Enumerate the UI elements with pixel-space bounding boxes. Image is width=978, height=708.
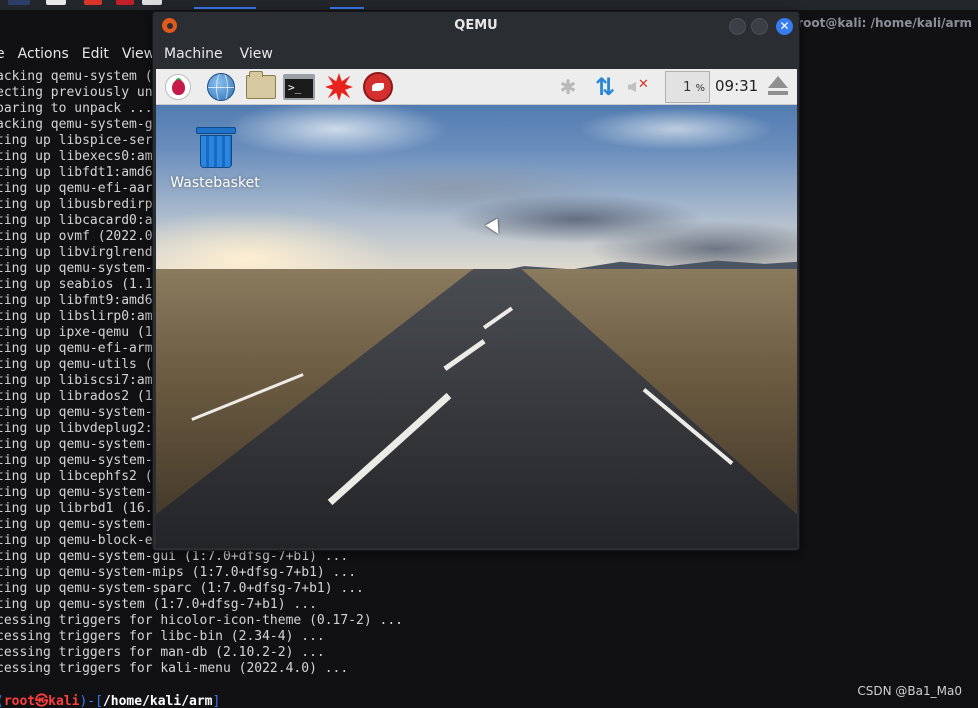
desktop-icon-wastebasket[interactable]: Wastebasket [166, 119, 264, 199]
panel-app-icon[interactable] [116, 0, 134, 5]
maximize-button[interactable] [751, 18, 768, 35]
network-icon[interactable]: ⇅ [591, 73, 619, 101]
qemu-window: QEMU ✕ Machine View >_ ✱ ⇅ 1 % 09:31 [152, 11, 800, 551]
terminal-line: cessing triggers for libc-bin (2.34-4) .… [0, 629, 325, 644]
terminal-menu-view[interactable]: View [122, 46, 155, 62]
qemu-menu-machine[interactable]: Machine [164, 46, 223, 62]
wolfram-button[interactable] [362, 72, 394, 102]
web-browser-button[interactable] [205, 72, 237, 102]
clock[interactable]: 09:31 [715, 77, 758, 95]
terminal-title: root@kali: /home/kali/arm [797, 16, 972, 30]
cpu-usage-unit: % [695, 83, 705, 94]
terminal-line: ting up qemu-system (1:7.0+dfsg-7+b1) ..… [0, 597, 317, 612]
web-browser-icon [207, 73, 235, 101]
panel-app-icon[interactable] [84, 0, 102, 5]
terminal-line: cessing triggers for kali-menu (2022.4.0… [0, 661, 349, 676]
guest-taskbar: >_ ✱ ⇅ 1 % 09:31 [156, 69, 797, 105]
wastebasket-lid [196, 127, 236, 134]
file-manager-icon [246, 71, 276, 99]
eject-icon[interactable] [766, 76, 788, 98]
prompt-user: root㉿kali [3, 694, 80, 708]
qemu-title: QEMU [454, 18, 498, 33]
panel-task-indicator[interactable] [330, 7, 364, 9]
mathematica-button[interactable] [323, 72, 355, 102]
close-icon: ✕ [779, 19, 790, 33]
terminal-line: ting up qemu-system-sparc (1:7.0+dfsg-7+… [0, 581, 364, 596]
cpu-usage-monitor[interactable]: 1 % [665, 71, 710, 103]
panel-task-indicator[interactable] [194, 7, 256, 9]
terminal-menu-file[interactable]: e [0, 46, 5, 62]
qemu-menubar: Machine View [153, 43, 273, 65]
terminal-line: cessing triggers for man-db (2.10.2-2) .… [0, 645, 325, 660]
terminal-line: ting up qemu-system-mips (1:7.0+dfsg-7+b… [0, 565, 357, 580]
raspberry-menu-icon [165, 74, 191, 100]
volume-muted-icon[interactable] [628, 77, 654, 96]
terminal-icon: >_ [283, 74, 315, 100]
terminal-menu-actions[interactable]: Actions [18, 46, 69, 62]
terminal-line: cessing triggers for hicolor-icon-theme … [0, 613, 403, 628]
terminal-button[interactable]: >_ [283, 72, 315, 102]
file-manager-button[interactable] [245, 71, 277, 102]
desktop-icon-label: Wastebasket [170, 175, 260, 191]
close-button[interactable]: ✕ [776, 18, 793, 35]
minimize-button[interactable] [729, 18, 746, 35]
qemu-menu-view[interactable]: View [240, 46, 273, 62]
guest-display[interactable]: >_ ✱ ⇅ 1 % 09:31 Wastebasket [156, 69, 797, 548]
cpu-usage-value: 1 [683, 80, 692, 95]
wastebasket-icon [196, 127, 236, 171]
terminal-line: ting up qemu-system-gui (1:7.0+dfsg-7+b1… [0, 549, 349, 564]
wolfram-icon [363, 72, 393, 102]
host-top-panel [0, 0, 978, 10]
panel-app-icon[interactable] [8, 0, 30, 5]
qemu-titlebar[interactable]: QEMU ✕ [153, 12, 799, 40]
prompt-bracket: )-[ [79, 694, 103, 708]
prompt-bracket: ] [212, 694, 221, 708]
watermark: CSDN @Ba1_Ma0 [857, 684, 962, 698]
panel-app-icon[interactable] [46, 0, 66, 5]
bluetooth-icon[interactable]: ✱ [556, 75, 580, 99]
wastebasket-body [200, 135, 232, 168]
mathematica-icon [325, 73, 353, 101]
terminal-menu-edit[interactable]: Edit [82, 46, 109, 62]
panel-app-icon[interactable] [142, 0, 162, 5]
prompt-path: /home/kali/arm [102, 694, 213, 708]
terminal-menubar: e Actions Edit View [0, 42, 155, 66]
raspberry-menu-button[interactable] [162, 72, 194, 102]
terminal-prompt[interactable]: (root㉿kali)-[/home/kali/arm] [0, 694, 220, 708]
